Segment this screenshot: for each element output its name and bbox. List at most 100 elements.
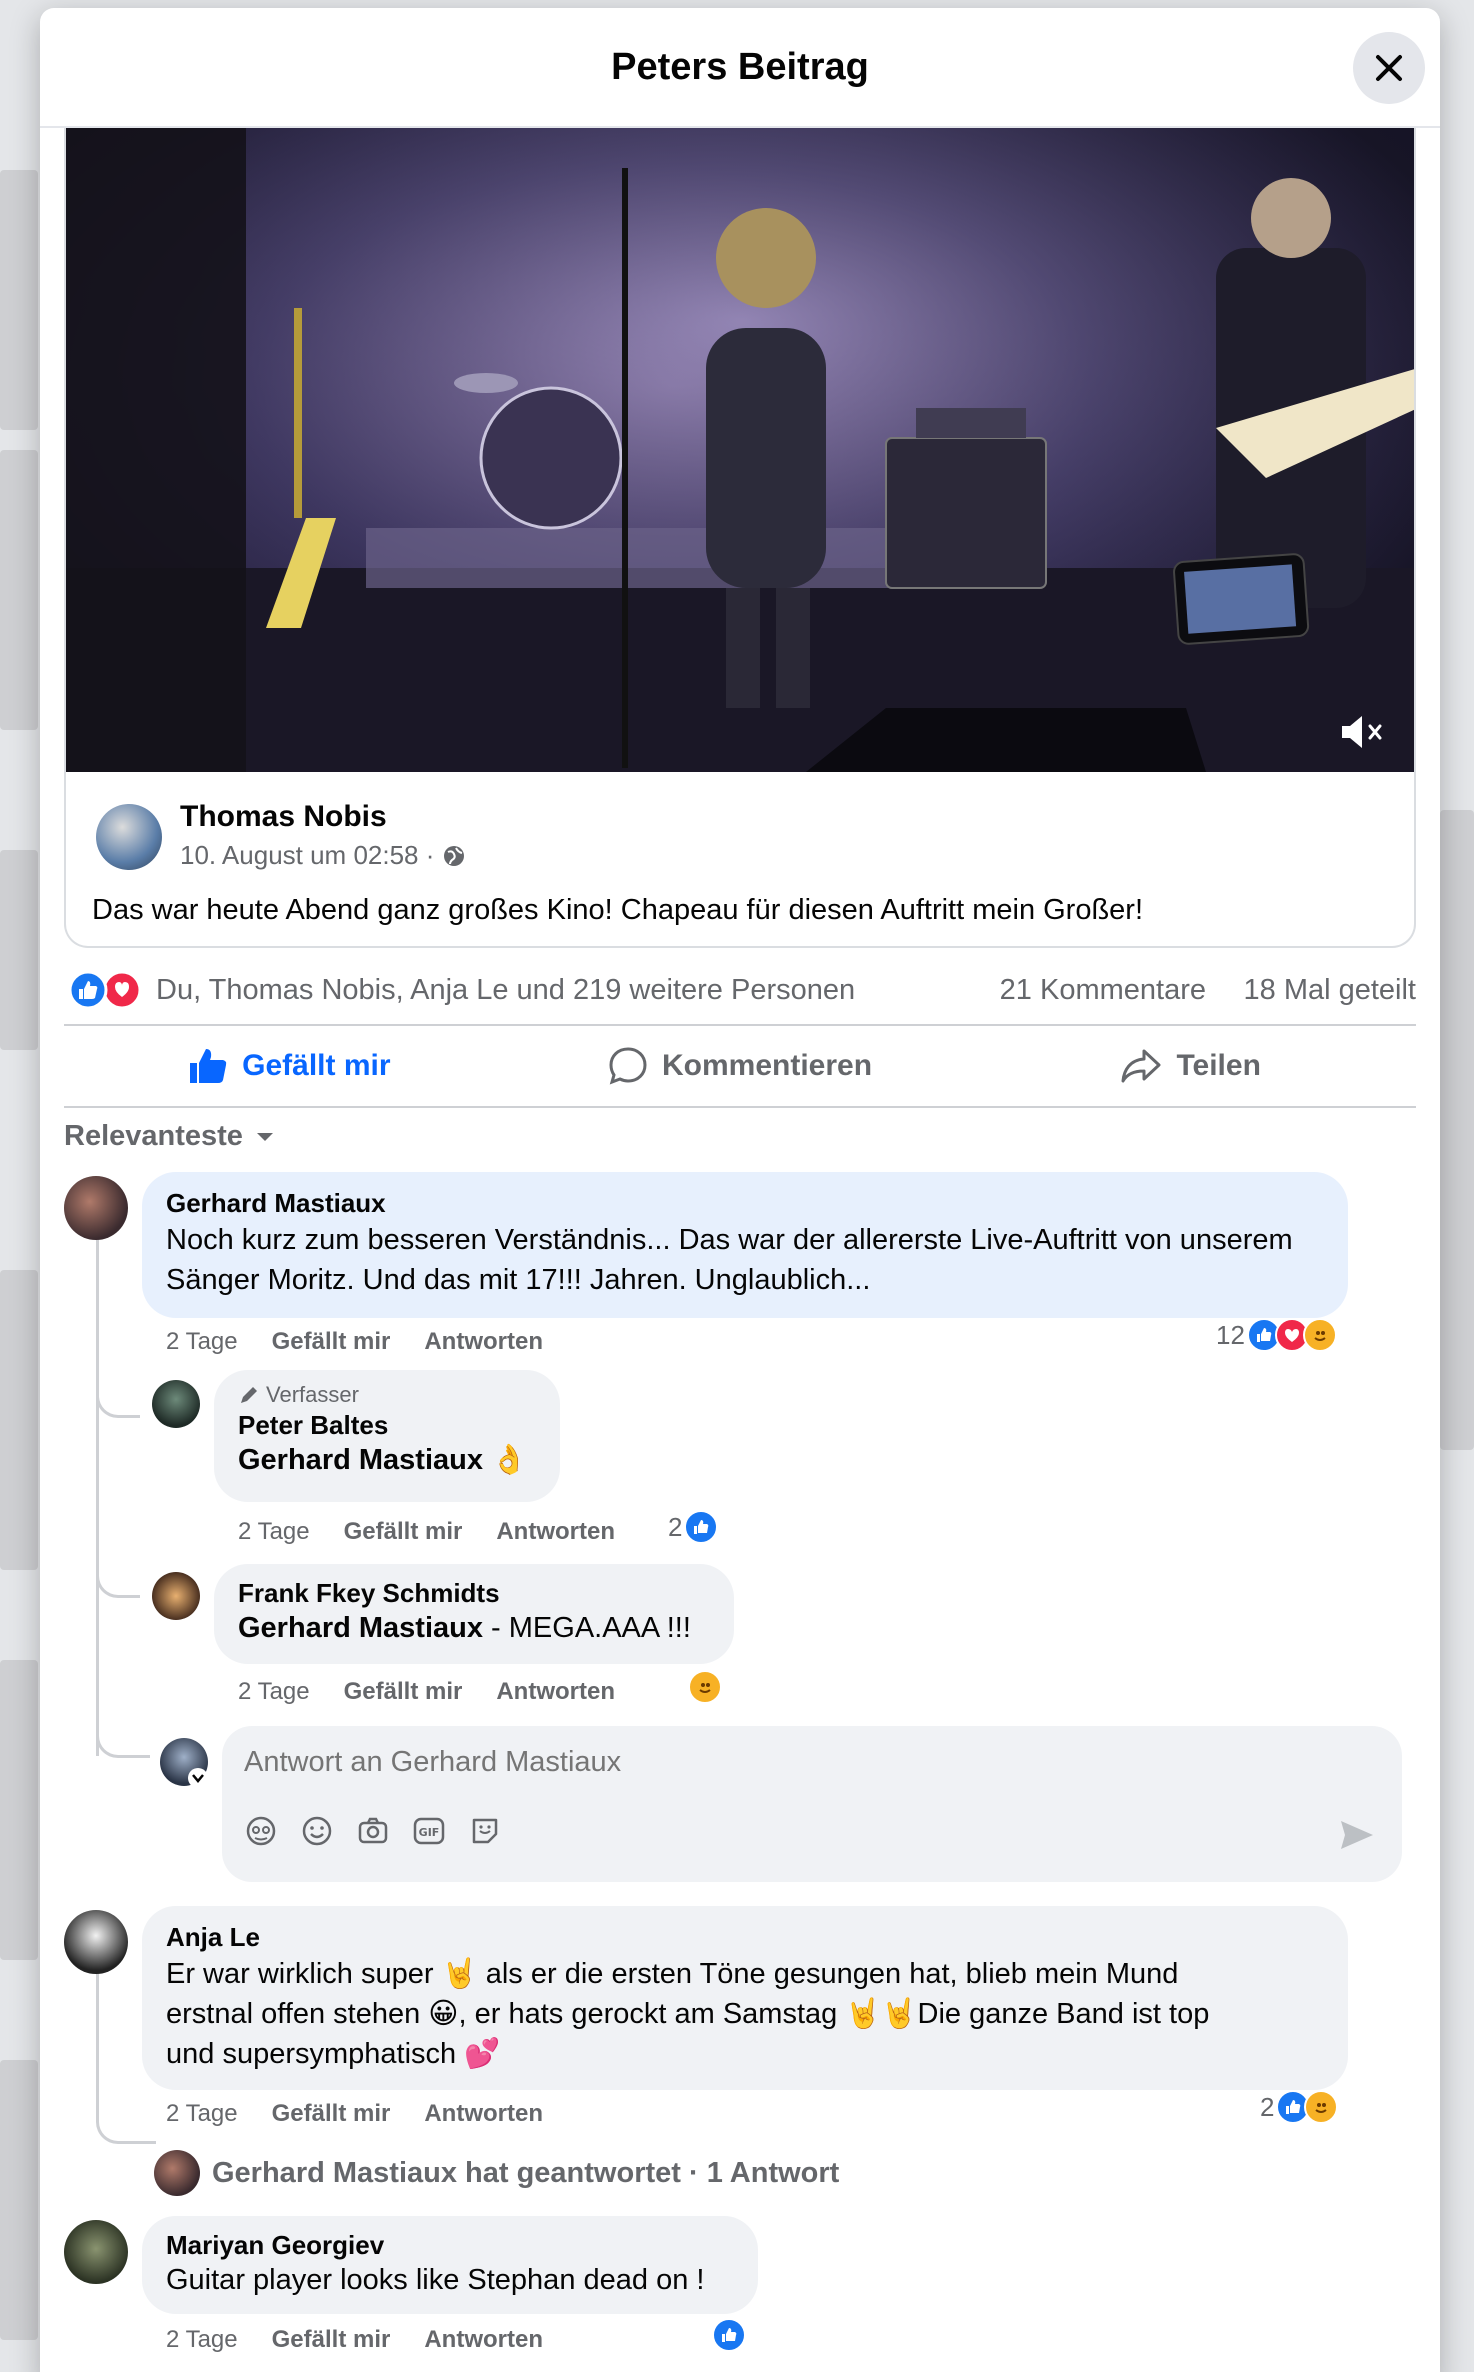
comment-reactions[interactable] [688,1670,722,1704]
reaction-count: 12 [1216,1319,1245,1350]
svg-text:GIF: GIF [419,1826,440,1839]
commenter-name[interactable]: Peter Baltes [238,1408,536,1442]
post-action-bar: Gefällt mir Kommentieren Teilen [64,1024,1416,1108]
comment-text: Noch kurz zum besseren Verständnis... Da… [166,1224,1293,1296]
comment-time[interactable]: 2 Tage [166,2326,238,2354]
comment-reactions[interactable] [712,2318,746,2352]
sticker-icon[interactable] [468,1814,502,1848]
comment-like-button[interactable]: Gefällt mir [272,1328,391,1356]
share-button[interactable]: Teilen [965,1026,1416,1106]
commenter-avatar[interactable] [64,2220,128,2284]
share-count[interactable]: 18 Mal geteilt [1244,974,1417,1007]
thread-connector [96,1388,140,1418]
modal-header: Peters Beitrag [40,8,1440,128]
comment-bubble: Anja Le Er war wirklich super 🤘 als er d… [142,1906,1348,2090]
comment-bubble: Mariyan Georgiev Guitar player looks lik… [142,2216,758,2314]
comment-meta: 2 Tage Gefällt mir Antworten [166,2100,543,2128]
author-badge: Verfasser [238,1382,536,1408]
post-modal: Peters Beitrag Thomas Nobis 10. August u… [40,8,1440,2372]
chevron-down-icon[interactable] [188,1768,208,1788]
composer-tools: GIF [244,1814,502,1848]
modal-title: Peters Beitrag [611,45,869,88]
sort-label: Relevanteste [64,1120,243,1152]
reply-composer: GIF [222,1726,1402,1882]
concert-video[interactable] [66,128,1414,772]
send-icon[interactable] [1338,1818,1376,1852]
comment-meta: 2 Tage Gefällt mir Antworten [166,1328,543,1356]
commenter-name[interactable]: Mariyan Georgiev [166,2228,734,2262]
background-image [1440,810,1474,1450]
reactions-row: Du, Thomas Nobis, Anja Le und 219 weiter… [64,966,1416,1016]
commenter-avatar[interactable] [64,1176,128,1240]
thread-connector [96,1728,150,1758]
comment-text-line: und supersymphatisch 💕 [166,2038,501,2070]
commenter-avatar[interactable] [152,1380,200,1428]
comment-meta: 2 Tage Gefällt mir Antworten [238,1678,615,1706]
background-image [0,450,38,730]
comment-like-button[interactable]: Gefällt mir [344,1678,463,1706]
replies-summary: Gerhard Mastiaux hat geantwortet · 1 Ant… [212,2156,840,2189]
commenter-avatar[interactable] [64,1910,128,1974]
caret-down-icon [256,1132,273,1141]
comment-like-button[interactable]: Gefällt mir [344,1518,463,1546]
author-badge-label: Verfasser [266,1382,359,1407]
post-date[interactable]: 10. August um 02:58 · [180,840,434,871]
comment-time[interactable]: 2 Tage [238,1678,310,1706]
commenter-name[interactable]: Gerhard Mastiaux [166,1186,1324,1220]
comment-bubble: Gerhard Mastiaux Noch kurz zum besseren … [142,1172,1348,1318]
care-reaction-icon [688,1670,722,1704]
gif-icon[interactable]: GIF [412,1814,446,1848]
comment-bubble-icon [609,1047,647,1085]
commenter-name[interactable]: Anja Le [166,1920,1324,1954]
comment-time[interactable]: 2 Tage [166,2100,238,2128]
mute-button[interactable] [1338,712,1388,752]
comment-reactions[interactable]: 2 [1260,2090,1339,2124]
view-replies-link[interactable]: Gerhard Mastiaux hat geantwortet · 1 Ant… [154,2150,839,2196]
background-image [0,2060,38,2340]
comment-text: Gerhard Mastiaux - MEGA.AAA !!! [238,1610,710,1646]
emoji-icon[interactable] [300,1814,334,1848]
commenter-name[interactable]: Frank Fkey Schmidts [238,1576,710,1610]
author-avatar[interactable] [96,804,162,870]
comment-reactions[interactable]: 2 [668,1510,719,1544]
concert-scene [66,128,1414,772]
reactions-summary[interactable]: Du, Thomas Nobis, Anja Le und 219 weiter… [156,974,855,1007]
post-author-name[interactable]: Thomas Nobis [180,800,387,834]
reply-input[interactable] [244,1746,1344,1779]
comment-reply-button[interactable]: Antworten [496,1678,615,1706]
like-reaction-icon [684,1510,719,1544]
comment-like-button[interactable]: Gefällt mir [272,2326,391,2354]
comment-reply-button[interactable]: Antworten [424,2326,543,2354]
comment-reactions[interactable]: 12 [1216,1318,1337,1352]
comment-text-line: Er war wirklich super 🤘 als er die erste… [166,1958,1179,1990]
commenter-avatar[interactable] [152,1572,200,1620]
speaker-muted-icon [1342,716,1382,748]
like-button[interactable]: Gefällt mir [64,1026,515,1106]
comment-button[interactable]: Kommentieren [515,1026,966,1106]
like-love-reactions-icon[interactable] [66,970,142,1010]
reaction-count: 2 [668,1511,683,1542]
ok-hand-emoji: 👌 [491,1444,528,1476]
mention-link[interactable]: Gerhard Mastiaux [238,1444,483,1476]
comment-reply-button[interactable]: Antworten [496,1518,615,1546]
pencil-icon [241,1387,257,1403]
comment-reply-button[interactable]: Antworten [424,2100,543,2128]
avatar-sticker-icon[interactable] [244,1814,278,1848]
comment-time[interactable]: 2 Tage [166,1328,238,1356]
comment-reply-button[interactable]: Antworten [424,1328,543,1356]
close-button[interactable] [1353,32,1425,104]
share-label: Teilen [1176,1049,1261,1082]
comment-count[interactable]: 21 Kommentare [1000,974,1206,1007]
thumbs-up-icon [190,1049,227,1083]
mention-link[interactable]: Gerhard Mastiaux [238,1612,483,1644]
care-reaction-icon [1302,1318,1337,1352]
comment-time[interactable]: 2 Tage [238,1518,310,1546]
comment-meta: 2 Tage Gefällt mir Antworten [238,1518,615,1546]
post-meta: 10. August um 02:58 · [180,840,466,871]
comment-sort-dropdown[interactable]: Relevanteste [64,1120,275,1153]
thread-connector [96,1568,140,1598]
camera-icon[interactable] [356,1814,390,1848]
comment-like-button[interactable]: Gefällt mir [272,2100,391,2128]
post-text: Das war heute Abend ganz großes Kino! Ch… [92,894,1144,926]
close-icon [1376,55,1402,81]
